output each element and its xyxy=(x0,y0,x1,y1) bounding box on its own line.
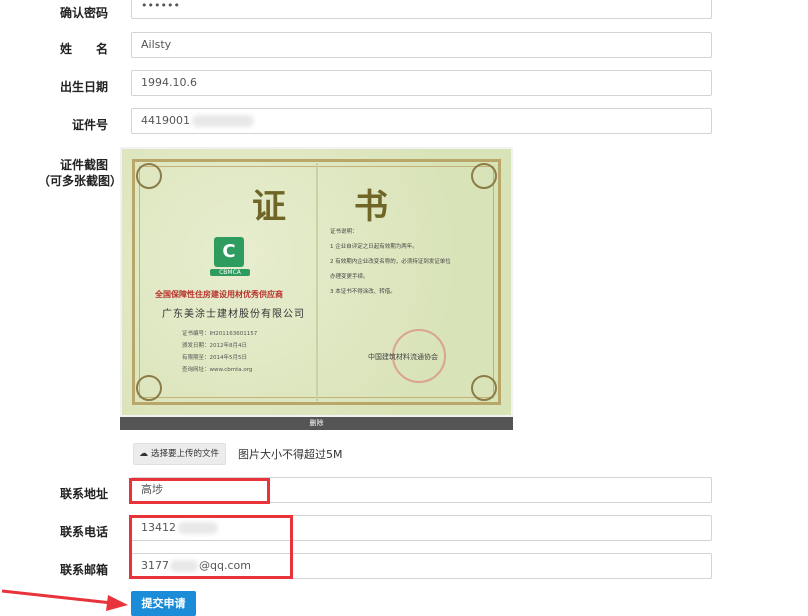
certificate-title-left: 证 xyxy=(252,187,286,227)
certificate-note: 证书说明： xyxy=(330,229,358,235)
id-screenshot-sublabel: （可多张截图） xyxy=(38,174,123,188)
certificate-issue-date: 颁发日期：2012年8月4日 xyxy=(182,343,247,349)
ornament-icon xyxy=(136,375,162,401)
certificate-website: 查询网址：www.cbmta.org xyxy=(182,367,253,373)
address-label: 联系地址 xyxy=(59,487,108,501)
annotation-box-contact xyxy=(129,515,293,579)
ornament-icon xyxy=(471,163,497,189)
cbmca-logo: C xyxy=(214,237,244,267)
choose-file-label: 选择要上传的文件 xyxy=(151,449,220,459)
certificate-valid-until: 有限期至：2014年5月5日 xyxy=(182,355,247,361)
name-label: 姓 名 xyxy=(59,42,108,56)
confirm-password-input[interactable]: •••••• xyxy=(131,0,712,19)
certificate-note: 1 企业自评定之日起有效期为两年。 xyxy=(330,244,418,250)
cbmca-logo-text: CBMCA xyxy=(210,269,250,276)
annotation-box-address xyxy=(129,478,270,504)
choose-file-button[interactable]: ☁ 选择要上传的文件 xyxy=(133,443,227,465)
id-screenshot-label: 证件截图 xyxy=(59,158,108,172)
name-input[interactable]: Ailsty xyxy=(131,32,712,58)
blurred-redaction xyxy=(192,115,254,127)
email-label: 联系邮箱 xyxy=(59,563,108,577)
certificate-title-right: 书 xyxy=(354,187,388,227)
certificate-note: 2 有效期内企业改变名称的，必须持证到发证单位 xyxy=(330,259,451,265)
birth-date-input[interactable]: 1994.10.6 xyxy=(131,70,712,96)
confirm-password-label: 确认密码 xyxy=(59,6,108,20)
cloud-upload-icon: ☁ xyxy=(139,449,148,459)
certificate-fold xyxy=(316,163,318,401)
certificate-paper: 证 书 C CBMCA 全国保障性住房建设用材优秀供应商 广东美涂士建材股份有限… xyxy=(122,149,511,415)
phone-label: 联系电话 xyxy=(59,525,108,539)
certificate-note: 3 本证书不得涂改、转借。 xyxy=(330,289,396,295)
upload-size-hint: 图片大小不得超过5M xyxy=(238,448,343,461)
annotation-arrow-icon xyxy=(1,589,128,611)
delete-image-button[interactable]: 删除 xyxy=(120,417,513,430)
certificate-company: 广东美涂士建材股份有限公司 xyxy=(162,309,305,320)
birth-date-label: 出生日期 xyxy=(59,80,108,94)
certificate-image: 证 书 C CBMCA 全国保障性住房建设用材优秀供应商 广东美涂士建材股份有限… xyxy=(120,147,513,430)
id-number-value: 4419001 xyxy=(141,114,190,127)
ornament-icon xyxy=(471,375,497,401)
id-number-input[interactable]: 4419001 xyxy=(131,108,712,134)
certificate-note: 办理变更手续。 xyxy=(330,274,369,280)
certificate-number: 证书编号：IH201163601157 xyxy=(182,331,258,337)
ornament-icon xyxy=(136,163,162,189)
certificate-honor: 全国保障性住房建设用材优秀供应商 xyxy=(155,290,283,299)
submit-application-button[interactable]: 提交申请 xyxy=(131,591,196,616)
id-number-label: 证件号 xyxy=(71,118,108,132)
certificate-org: 中国建筑材料流通协会 xyxy=(368,353,438,361)
